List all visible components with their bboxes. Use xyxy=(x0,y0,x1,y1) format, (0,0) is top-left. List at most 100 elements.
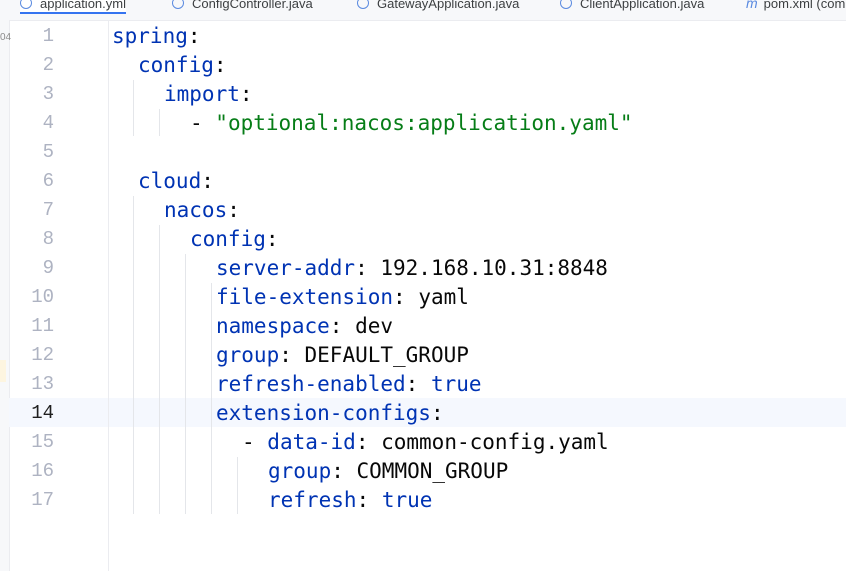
indent-guide xyxy=(237,457,238,514)
tab-label: ConfigController.java xyxy=(192,0,313,11)
yaml-key: config xyxy=(190,227,266,251)
yaml-key: spring xyxy=(112,24,188,48)
tab-gateway-application[interactable]: GatewayApplication.java xyxy=(357,0,519,13)
yaml-punct: : xyxy=(279,343,305,367)
line-number: 17 xyxy=(31,489,54,511)
yaml-key: group xyxy=(216,343,280,367)
change-marker xyxy=(0,360,6,382)
line-number: 3 xyxy=(42,83,54,105)
yaml-value: common-config.yaml xyxy=(381,430,609,454)
tab-pom-xml[interactable]: m pom.xml (com xyxy=(746,0,845,13)
line-number: 11 xyxy=(31,315,54,337)
yaml-value: dev xyxy=(355,314,394,338)
line-number: 12 xyxy=(31,344,54,366)
left-tool-strip xyxy=(0,20,10,571)
yaml-file-icon xyxy=(20,0,32,9)
line-number-current: 14 xyxy=(31,402,54,424)
line-number: 8 xyxy=(42,228,54,250)
code-line-7[interactable]: nacos: xyxy=(164,196,240,225)
yaml-key: server-addr xyxy=(216,256,356,280)
yaml-key: extension-configs xyxy=(216,401,431,425)
tab-label: application.yml xyxy=(40,0,126,11)
yaml-punct: : xyxy=(265,227,279,251)
yaml-value: DEFAULT_GROUP xyxy=(304,343,469,367)
line-number: 6 xyxy=(42,170,54,192)
tab-label: ClientApplication.java xyxy=(580,0,705,11)
code-line-1[interactable]: spring: xyxy=(112,22,201,51)
line-number: 13 xyxy=(31,373,54,395)
line-number: 10 xyxy=(31,286,54,308)
indent-guide xyxy=(159,225,160,514)
maven-icon: m xyxy=(746,0,758,11)
yaml-punct: : xyxy=(355,256,381,280)
indent-guide xyxy=(133,196,134,514)
yaml-punct: : xyxy=(239,82,253,106)
yaml-punct: : xyxy=(187,24,201,48)
yaml-key: data-id xyxy=(267,430,356,454)
yaml-key: refresh xyxy=(268,488,357,512)
code-line-8[interactable]: config: xyxy=(190,225,279,254)
line-number: 16 xyxy=(31,460,54,482)
code-line-3[interactable]: import: xyxy=(164,80,253,109)
yaml-dash: - xyxy=(190,111,216,135)
yaml-key: namespace xyxy=(216,314,330,338)
code-line-2[interactable]: config: xyxy=(138,51,227,80)
tab-label: GatewayApplication.java xyxy=(377,0,520,11)
indent-guide xyxy=(211,283,212,514)
code-line-13[interactable]: refresh-enabled: true xyxy=(216,370,482,399)
line-number: 5 xyxy=(42,141,54,163)
yaml-key: refresh-enabled xyxy=(216,372,406,396)
yaml-keyword-value: true xyxy=(430,372,482,396)
yaml-key: config xyxy=(138,53,214,77)
yaml-punct: : xyxy=(430,401,444,425)
line-number: 7 xyxy=(42,199,54,221)
yaml-punct: : xyxy=(329,314,356,338)
yaml-string-value: "optional:nacos:application.yaml" xyxy=(215,111,633,135)
yaml-key: import xyxy=(164,82,240,106)
yaml-dash: - xyxy=(242,430,268,454)
code-line-4[interactable]: - "optional:nacos:application.yaml" xyxy=(190,109,633,138)
yaml-punct: : xyxy=(393,285,419,309)
yaml-punct: : xyxy=(356,488,382,512)
yaml-punct: : xyxy=(213,53,227,77)
tab-client-application[interactable]: ClientApplication.java xyxy=(560,0,704,13)
code-line-6[interactable]: cloud: xyxy=(138,167,214,196)
code-line-14[interactable]: extension-configs: xyxy=(216,399,444,428)
code-line-16[interactable]: group: COMMON_GROUP xyxy=(268,457,508,486)
tab-config-controller[interactable]: ConfigController.java xyxy=(172,0,313,13)
code-line-10[interactable]: file-extension: yaml xyxy=(216,283,469,312)
editor-tab-bar: application.yml ConfigController.java Ga… xyxy=(0,0,846,21)
yaml-key: cloud xyxy=(138,169,202,193)
line-number: 4 xyxy=(42,112,54,134)
gutter-divider xyxy=(108,20,109,571)
line-number: 15 xyxy=(31,431,54,453)
yaml-punct: : xyxy=(331,459,357,483)
tab-application-yml[interactable]: application.yml xyxy=(20,0,126,14)
line-number: 9 xyxy=(42,257,54,279)
yaml-punct: : xyxy=(227,198,240,222)
line-number: 2 xyxy=(42,54,54,76)
yaml-punct: : xyxy=(405,372,431,396)
yaml-punct: : xyxy=(355,430,382,454)
indent-guide xyxy=(159,109,160,136)
code-line-17[interactable]: refresh: true xyxy=(268,486,432,515)
yaml-punct: : xyxy=(201,169,214,193)
java-class-icon xyxy=(560,0,572,9)
yaml-value: 192.168.10.31:8848 xyxy=(380,256,608,280)
line-number: 1 xyxy=(42,25,54,47)
code-line-15[interactable]: - data-id: common-config.yaml xyxy=(242,428,609,457)
yaml-value: yaml xyxy=(418,285,469,309)
code-line-9[interactable]: server-addr: 192.168.10.31:8848 xyxy=(216,254,608,283)
code-line-12[interactable]: group: DEFAULT_GROUP xyxy=(216,341,469,370)
yaml-key: file-extension xyxy=(216,285,394,309)
java-class-icon xyxy=(357,0,369,9)
java-class-icon xyxy=(172,0,184,9)
indent-guide xyxy=(185,254,186,514)
yaml-keyword-value: true xyxy=(381,488,433,512)
indent-guide xyxy=(133,80,134,136)
code-line-11[interactable]: namespace: dev xyxy=(216,312,393,341)
yaml-value: COMMON_GROUP xyxy=(356,459,509,483)
yaml-key: nacos xyxy=(164,198,228,222)
tab-label: pom.xml (com xyxy=(763,0,846,11)
yaml-key: group xyxy=(268,459,332,483)
